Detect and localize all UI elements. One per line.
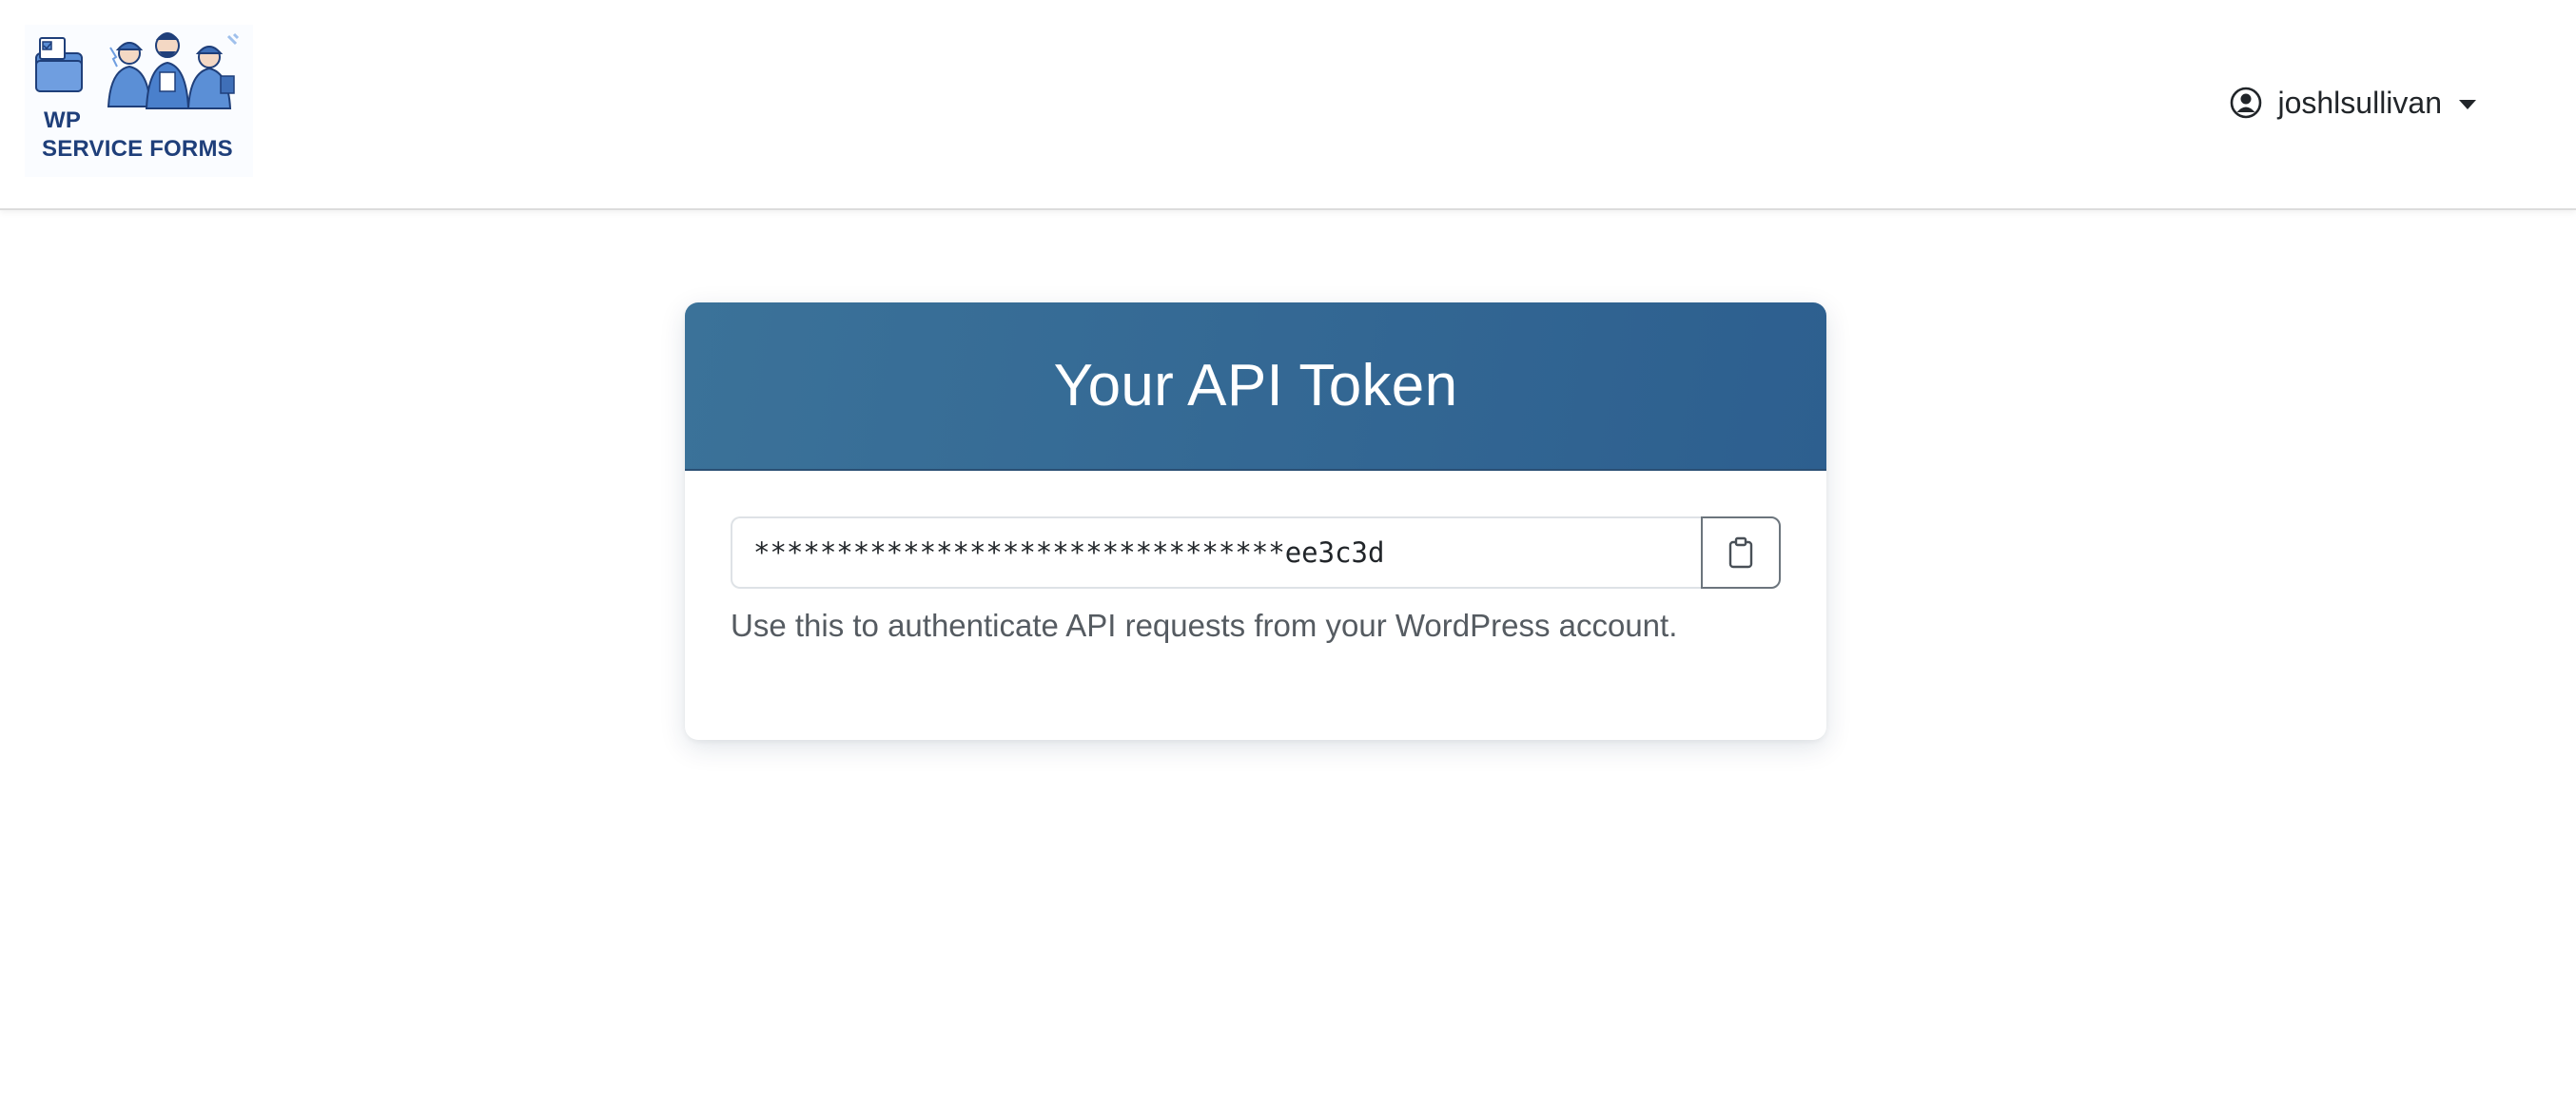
token-help-text: Use this to authenticate API requests fr… — [731, 608, 1678, 643]
top-navbar: WP SERVICE FORMS joshlsullivan — [0, 0, 2576, 210]
clipboard-icon — [1728, 536, 1753, 569]
api-token-input[interactable] — [731, 516, 1701, 589]
caret-down-icon — [2459, 100, 2476, 109]
brand-text: WP SERVICE FORMS — [42, 107, 233, 164]
token-input-group — [731, 516, 1781, 589]
copy-token-button[interactable] — [1701, 516, 1781, 589]
card-body: Use this to authenticate API requests fr… — [685, 471, 1826, 644]
card-header: Your API Token — [685, 302, 1826, 471]
brand-line-1: WP — [44, 107, 82, 133]
form-folder-and-technicians-logo-icon — [35, 32, 240, 109]
card-title: Your API Token — [1053, 353, 1458, 418]
brand-logo[interactable]: WP SERVICE FORMS — [25, 25, 253, 177]
api-token-card: Your API Token Use this to authenticate … — [685, 302, 1826, 740]
user-circle-icon — [2231, 87, 2262, 119]
username-label: joshlsullivan — [2277, 85, 2442, 120]
user-menu-dropdown[interactable]: joshlsullivan — [2230, 80, 2476, 126]
brand-line-2: SERVICE FORMS — [42, 136, 233, 162]
